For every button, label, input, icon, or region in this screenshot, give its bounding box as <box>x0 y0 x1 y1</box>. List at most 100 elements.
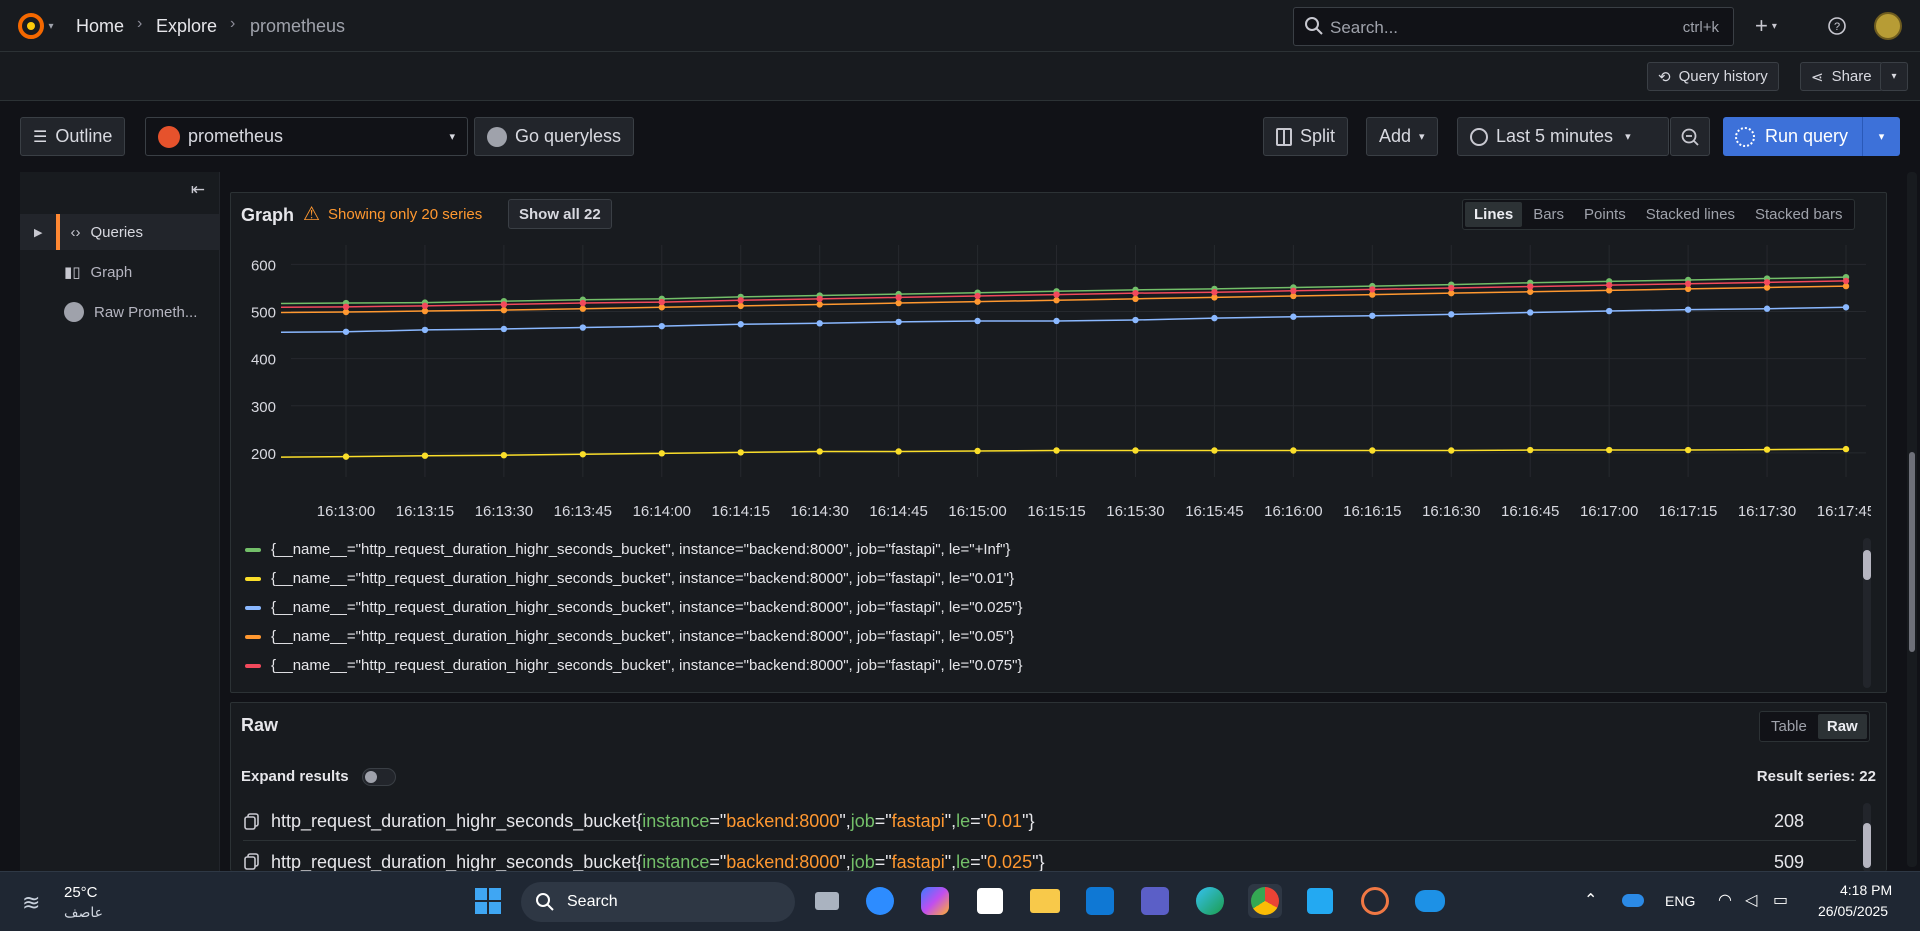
data-point <box>658 450 665 457</box>
windows-start-icon[interactable] <box>471 884 505 918</box>
panel-title: Graph <box>241 205 295 225</box>
share-button[interactable]: ⋖ Share <box>1800 62 1883 91</box>
go-queryless-button[interactable]: Go queryless <box>474 117 635 156</box>
x-tick-label: 16:16:00 <box>1264 503 1322 520</box>
x-tick-label: 16:13:00 <box>317 503 375 520</box>
legend-item[interactable]: {__name__="http_request_duration_highr_s… <box>245 599 1022 616</box>
language-indicator[interactable]: ENG <box>1665 893 1695 909</box>
zoom-out-icon <box>1681 128 1699 146</box>
vscode-icon[interactable] <box>1303 884 1337 918</box>
task-view-icon[interactable] <box>810 884 844 918</box>
edge-icon[interactable] <box>1193 884 1227 918</box>
y-tick-label: 600 <box>251 257 276 274</box>
show-all-series-button[interactable]: Show all 22 <box>508 199 612 229</box>
datasource-picker[interactable]: prometheus ▾ <box>145 117 468 156</box>
clock-date[interactable]: 26/05/2025 <box>1818 903 1888 919</box>
copy-icon[interactable] <box>243 853 261 871</box>
docker-icon[interactable] <box>1413 884 1447 918</box>
y-tick-label: 400 <box>251 352 276 369</box>
mode-bars[interactable]: Bars <box>1524 202 1573 227</box>
add-button[interactable]: Add ▾ <box>1366 117 1438 156</box>
top-navbar: ▾ Home › Explore › prometheus Search... … <box>0 0 1920 52</box>
outline-toggle-button[interactable]: ☰ Outline <box>20 117 126 156</box>
data-point <box>421 326 429 334</box>
microsoft-store-icon[interactable] <box>973 884 1007 918</box>
data-point <box>1527 309 1534 316</box>
data-point <box>895 294 902 301</box>
file-explorer-icon[interactable] <box>1028 884 1062 918</box>
legend-scrollbar[interactable] <box>1863 538 1871 688</box>
chevron-down-icon: ▾ <box>449 131 455 143</box>
user-avatar[interactable] <box>1874 12 1902 40</box>
volume-icon[interactable]: ◁ <box>1745 890 1757 910</box>
split-button[interactable]: Split <box>1263 117 1349 156</box>
taskbar-search[interactable]: Search <box>521 882 795 922</box>
help-icon[interactable]: ? <box>1822 12 1852 40</box>
data-point <box>1132 316 1139 324</box>
mode-stacked-bars[interactable]: Stacked bars <box>1746 202 1852 227</box>
outline-item-graph[interactable]: ▮▯ Graph <box>20 254 220 290</box>
legend-item[interactable]: {__name__="http_request_duration_highr_s… <box>245 628 1014 645</box>
raw-scrollbar[interactable] <box>1863 803 1871 872</box>
line-chart[interactable]: 200 300 400 500 600 16:13:00 16:13:15 16:13:30 1… <box>231 245 1871 527</box>
battery-icon[interactable]: ▭ <box>1773 890 1788 910</box>
wifi-icon[interactable]: ◠ <box>1718 890 1732 910</box>
raw-mode-selector[interactable]: Table Raw <box>1759 711 1870 742</box>
zoom-out-button[interactable] <box>1670 117 1710 156</box>
data-point <box>1684 306 1692 313</box>
outline-item-raw[interactable]: Raw Prometh... <box>20 294 220 330</box>
data-point <box>1132 295 1139 303</box>
data-point <box>974 317 981 325</box>
mode-lines[interactable]: Lines <box>1465 202 1523 227</box>
new-plus-button[interactable]: + ▾ <box>1746 12 1786 40</box>
teams-icon[interactable] <box>1138 884 1172 918</box>
data-point <box>1211 289 1218 296</box>
copy-icon[interactable] <box>243 812 261 831</box>
legend-item[interactable]: {__name__="http_request_duration_highr_s… <box>245 570 1014 587</box>
onedrive-icon[interactable] <box>1622 894 1644 907</box>
data-point <box>658 298 665 306</box>
data-point <box>895 448 902 455</box>
data-point <box>1763 305 1771 312</box>
data-point <box>1211 447 1218 454</box>
legend-item[interactable]: {__name__="http_request_duration_highr_s… <box>245 657 1022 674</box>
metric-value: 208 <box>1773 811 1804 831</box>
legend-item[interactable]: {__name__="http_request_duration_highr_s… <box>245 541 1010 558</box>
breadcrumb-home[interactable]: Home <box>76 16 124 37</box>
expand-results-toggle[interactable] <box>362 768 396 786</box>
run-query-dropdown[interactable]: ▾ <box>1862 117 1900 156</box>
graph-icon: ▮▯ <box>64 264 81 281</box>
page-scrollbar[interactable] <box>1907 172 1917 867</box>
mode-raw[interactable]: Raw <box>1817 714 1867 739</box>
mode-points[interactable]: Points <box>1575 202 1635 227</box>
collapse-outline-icon[interactable]: ⇤ <box>191 180 205 200</box>
chevron-right-icon[interactable]: ▶ <box>34 226 42 239</box>
x-tick-label: 16:17:15 <box>1659 503 1717 520</box>
chevron-down-icon: ▾ <box>1419 131 1425 143</box>
query-history-button[interactable]: ⟲ Query history <box>1647 62 1779 91</box>
data-point <box>500 301 508 308</box>
mode-table[interactable]: Table <box>1762 714 1816 739</box>
graph-mode-selector[interactable]: Lines Bars Points Stacked lines Stacked … <box>1462 199 1855 230</box>
chevron-up-icon[interactable]: ⌃ <box>1584 890 1597 910</box>
prometheus-icon <box>158 125 180 148</box>
grafana-logo-icon[interactable]: ▾ <box>12 12 58 40</box>
time-range-picker[interactable]: Last 5 minutes ▾ <box>1457 117 1669 156</box>
data-point <box>1605 307 1613 315</box>
expand-results-label: Expand results <box>241 768 349 785</box>
zoom-app-icon[interactable] <box>863 884 897 918</box>
clock-time[interactable]: 4:18 PM <box>1840 882 1892 898</box>
run-query-button[interactable]: Run query ▾ <box>1723 117 1900 156</box>
copilot-icon[interactable] <box>918 884 952 918</box>
outlook-icon[interactable] <box>1083 884 1117 918</box>
breadcrumb-explore[interactable]: Explore <box>156 16 217 37</box>
chevron-down-icon: ▾ <box>1625 131 1631 143</box>
search-input[interactable]: Search... ctrl+k <box>1293 7 1734 46</box>
x-tick-label: 16:15:45 <box>1185 503 1243 520</box>
share-dropdown-button[interactable]: ▾ <box>1880 62 1908 91</box>
chrome-icon[interactable] <box>1248 884 1282 918</box>
x-tick-label: 16:17:00 <box>1580 503 1638 520</box>
media-player-icon[interactable] <box>1358 884 1392 918</box>
mode-stacked-lines[interactable]: Stacked lines <box>1637 202 1744 227</box>
outline-item-queries[interactable]: ▶ ‹› Queries <box>20 214 220 250</box>
